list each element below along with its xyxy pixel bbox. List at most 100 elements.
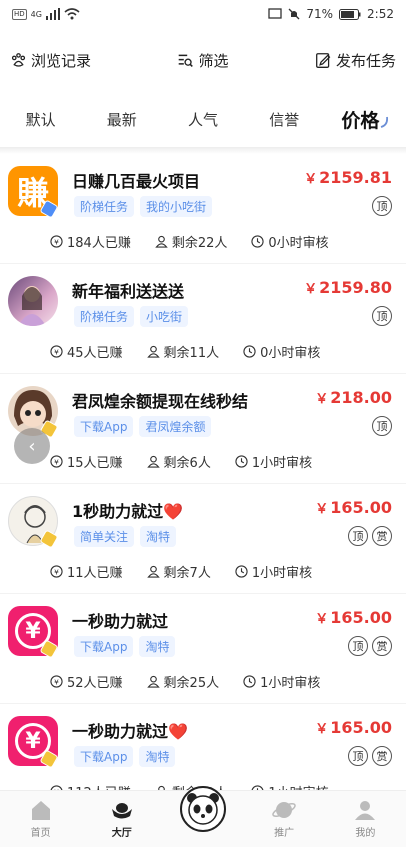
task-card[interactable]: 君凤煌余额提现在线秒结 ￥ 218.00 下载App 君凤煌余额 顶 ¥15人已赚… — [0, 374, 406, 484]
ingot-icon — [111, 803, 132, 819]
clock: 2:52 — [367, 7, 394, 21]
review-time: 0小时审核 — [260, 346, 321, 361]
task-tag: 君凤煌余额 — [139, 416, 212, 437]
remain-count: 剩余6人 — [163, 456, 211, 471]
task-title: 君凤煌余额提现在线秒结 — [72, 392, 249, 411]
top-mark: 顶 — [372, 196, 392, 216]
task-tags: 阶梯任务 小吃街 — [74, 306, 189, 327]
earned-stat: ¥52人已赚 — [50, 672, 123, 691]
person-icon — [146, 455, 160, 468]
tab-reputation[interactable]: 信誉 — [244, 109, 325, 130]
yen-icon: ¥ — [50, 565, 63, 578]
currency-symbol: ￥ — [315, 502, 329, 517]
nav-label: 大厅 — [111, 828, 132, 839]
task-tags: 阶梯任务 我的小吃街 — [74, 196, 213, 217]
yen-icon: ¥ — [50, 235, 63, 248]
task-price: ￥ 218.00 — [315, 388, 392, 407]
task-card[interactable]: 新年福利送送送 ￥ 2159.80 阶梯任务 小吃街 顶 ¥45人已赚 剩余11人… — [0, 264, 406, 374]
remain-stat: 剩余22人 — [155, 232, 228, 251]
task-tag: 下载App — [74, 416, 134, 437]
currency-symbol: ￥ — [304, 172, 318, 187]
history-label: 浏览记录 — [31, 51, 92, 70]
nav-mine[interactable]: 我的 — [335, 799, 395, 839]
publish-button[interactable]: 发布任务 — [315, 50, 396, 71]
status-bar: HD 4G 71% 2:52 — [0, 0, 406, 28]
task-marks: 顶 赏 — [348, 746, 392, 766]
mute-icon — [288, 8, 300, 20]
hd-icon: HD — [12, 8, 27, 20]
tab-price[interactable]: 价格 — [325, 106, 406, 133]
sort-tabs: 默认 最新 人气 信誉 价格 — [0, 92, 406, 148]
panda-icon — [179, 785, 226, 832]
task-price: ￥ 165.00 — [315, 498, 392, 517]
top-mark: 顶 — [348, 526, 368, 546]
task-card[interactable]: 賺 日赚几百最火项目 ￥ 2159.81 阶梯任务 我的小吃街 顶 ¥184人已赚… — [0, 154, 406, 264]
cast-icon — [268, 8, 283, 19]
filter-button[interactable]: 筛选 — [177, 50, 229, 71]
task-tag: 淘特 — [139, 636, 176, 657]
remain-count: 剩余7人 — [163, 566, 211, 581]
filter-icon — [179, 54, 194, 67]
history-button[interactable]: 浏览记录 — [10, 50, 91, 71]
nav-promote[interactable]: 推广 — [254, 799, 314, 839]
task-title: 新年福利送送送 — [72, 282, 185, 301]
planet-icon — [272, 802, 296, 818]
nav-label: 我的 — [355, 828, 376, 839]
currency-symbol: ￥ — [315, 612, 329, 627]
tab-price-label: 价格 — [341, 110, 380, 132]
task-tags: 下载App 淘特 — [74, 636, 176, 657]
task-card[interactable]: 1秒助力就过❤️ ￥ 165.00 简单关注 淘特 顶 赏 ¥11人已赚 剩余7人… — [0, 484, 406, 594]
user-icon — [355, 801, 376, 820]
nav-center[interactable] — [173, 785, 233, 835]
remain-stat: 剩余11人 — [146, 342, 219, 361]
currency-symbol: ￥ — [315, 392, 329, 407]
battery-percent: 71% — [306, 7, 334, 21]
task-tags: 下载App 淘特 — [74, 746, 176, 767]
task-tag: 阶梯任务 — [74, 306, 135, 327]
earned-count: 184人已赚 — [67, 236, 131, 251]
tab-popular[interactable]: 人气 — [162, 109, 243, 130]
currency-symbol: ￥ — [315, 722, 329, 737]
task-stats: ¥11人已赚 剩余7人 1小时审核 — [50, 562, 312, 581]
nav-label: 推广 — [274, 828, 295, 839]
task-stats: ¥15人已赚 剩余6人 1小时审核 — [50, 452, 312, 471]
clock-icon — [243, 345, 256, 358]
back-button[interactable]: ‹ — [14, 428, 50, 464]
task-tag: 下载App — [74, 746, 134, 767]
toolbar: 浏览记录 筛选 发布任务 — [0, 28, 406, 92]
yen-icon: ¥ — [50, 345, 63, 358]
svg-text:¥: ¥ — [54, 677, 59, 686]
task-marks: 顶 — [372, 416, 392, 436]
task-card[interactable]: ¥ 一秒助力就过 ￥ 165.00 下载App 淘特 顶 赏 ¥52人已赚 剩余2… — [0, 594, 406, 704]
portrait-icon — [18, 286, 46, 326]
nav-home[interactable]: 首页 — [11, 799, 71, 839]
top-mark: 顶 — [372, 416, 392, 436]
reward-mark: 赏 — [372, 526, 392, 546]
earned-stat: ¥15人已赚 — [50, 452, 123, 471]
task-tag: 阶梯任务 — [74, 196, 135, 217]
earned-count: 11人已赚 — [67, 566, 123, 581]
review-time: 1小时审核 — [260, 676, 321, 691]
tab-latest[interactable]: 最新 — [81, 109, 162, 130]
filter-label: 筛选 — [198, 51, 229, 70]
earned-stat: ¥45人已赚 — [50, 342, 123, 361]
edit-icon — [316, 52, 331, 68]
review-time: 1小时审核 — [251, 456, 313, 471]
paw-icon — [11, 52, 26, 67]
task-title: 一秒助力就过 — [72, 612, 169, 631]
svg-text:¥: ¥ — [54, 567, 59, 576]
remain-count: 剩余22人 — [171, 236, 228, 251]
earned-count: 45人已赚 — [67, 346, 123, 361]
earned-stat: ¥11人已赚 — [50, 562, 123, 581]
nav-hall[interactable]: 大厅 — [92, 799, 152, 839]
tab-default[interactable]: 默认 — [0, 109, 81, 130]
task-tags: 简单关注 淘特 — [74, 526, 177, 547]
task-marks: 顶 — [372, 196, 392, 216]
remain-stat: 剩余25人 — [146, 672, 219, 691]
task-price: ￥ 165.00 — [315, 718, 392, 737]
clock-icon — [235, 565, 248, 578]
publish-label: 发布任务 — [335, 51, 396, 70]
review-stat: 1小时审核 — [243, 672, 320, 691]
price-value: 2159.81 — [319, 168, 392, 187]
battery-icon — [339, 8, 361, 20]
